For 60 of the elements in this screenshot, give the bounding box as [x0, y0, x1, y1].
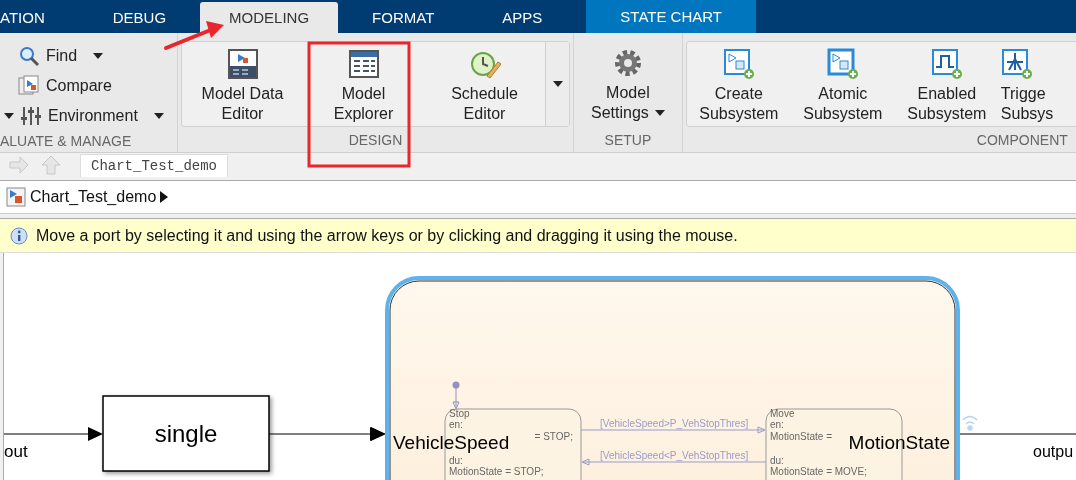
toolbar-button[interactable]: Compare [4, 73, 112, 99]
transition-label: [VehicleSpeed<P_VehStopThres] [600, 450, 749, 461]
pulse-icon [930, 48, 963, 80]
ribbon-button[interactable]: Model Explorer [303, 42, 424, 127]
signal-label: out [4, 442, 28, 461]
data-editor-icon [226, 48, 259, 80]
block-label: single [154, 420, 218, 447]
section-title: COMPONENT [975, 130, 1069, 150]
caret-icon [153, 113, 164, 119]
subsystem-icon [722, 48, 755, 80]
model-icon [6, 187, 26, 207]
transition-label: [VehicleSpeed>P_VehStopThres] [600, 418, 749, 429]
port-label: MotionState [848, 432, 950, 453]
ribbon-button[interactable]: Trigge Subsys [998, 42, 1076, 127]
ribbon-tab[interactable]: DEBUG [78, 2, 201, 33]
state-action: en: [770, 419, 784, 430]
state-action: MotionState = [770, 431, 832, 442]
breadcrumb-link[interactable]: Chart_Test_demo [30, 188, 157, 206]
state-name: Move [770, 408, 795, 419]
caret-icon [160, 191, 169, 203]
editor-tab[interactable]: Chart_Test_demo [80, 154, 229, 177]
caret-icon [552, 81, 563, 88]
state-action: MotionState = MOVE; [770, 466, 867, 477]
caret-icon [654, 110, 665, 116]
annotation-arrow [164, 21, 224, 50]
compare-icon [18, 75, 40, 97]
state-action: MotionState = STOP; [449, 466, 544, 477]
sliders-icon [20, 105, 42, 127]
ribbon-button[interactable]: Model Data Editor [182, 42, 303, 127]
ribbon-button[interactable]: Model Settings [577, 41, 679, 127]
state-action: du: [770, 455, 784, 466]
state-name: Stop [449, 408, 470, 419]
ribbon-button[interactable]: Atomic Subsystem [790, 42, 895, 127]
search-icon [18, 45, 40, 67]
toolbar-button[interactable]: Find [4, 43, 104, 69]
wireless-icon [962, 415, 978, 431]
section-title: SETUP [603, 130, 653, 150]
info-icon [10, 226, 28, 245]
ribbon-tab[interactable]: MODELING [200, 2, 339, 33]
ribbon-tab[interactable]: APPS [468, 2, 577, 33]
state-action: en: [449, 419, 463, 430]
state-action: = STOP; [534, 431, 573, 442]
default-transition [452, 381, 460, 410]
ribbon-button[interactable]: Schedule Editor [424, 42, 545, 127]
ribbon-button[interactable]: Enabled Subsystem [894, 42, 999, 127]
ribbon-tab[interactable]: ATION [0, 2, 79, 33]
section-title: ALUATE & MANAGE [0, 131, 133, 151]
ribbon-tab[interactable]: STATE CHART [586, 0, 757, 33]
section-title: DESIGN [347, 130, 404, 150]
trigger-icon [1000, 48, 1033, 80]
port-label: VehicleSpeed [393, 432, 510, 453]
more-button[interactable] [545, 42, 569, 127]
table-icon [347, 48, 380, 80]
ribbon-tab[interactable]: FORMAT [338, 2, 469, 33]
state-action: du: [449, 455, 463, 466]
signal-label: outpu [1033, 443, 1074, 460]
toolbar-button[interactable]: Environment [20, 103, 164, 129]
ribbon-button[interactable]: Create Subsystem [686, 42, 791, 127]
info-message: Move a port by selecting it and using the arrow keys or by clicking and dragging it using the mouse. [36, 226, 738, 245]
caret-icon [93, 53, 104, 59]
